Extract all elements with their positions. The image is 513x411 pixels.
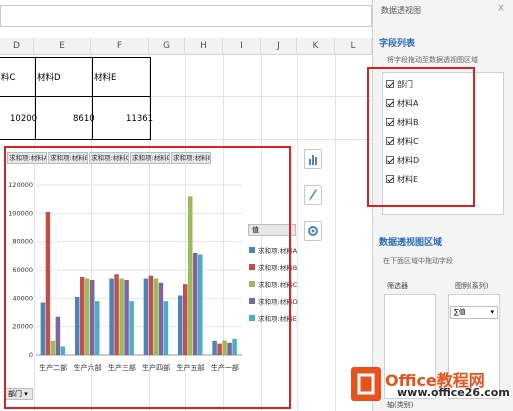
table-header-cell[interactable]: 材料D [37,71,61,83]
table-cell[interactable]: 8610 [73,114,95,124]
column-header[interactable]: I [223,38,261,55]
table-cell[interactable]: 10200 [10,114,37,124]
close-icon[interactable]: X [498,4,504,14]
column-header[interactable]: G [149,38,185,55]
filter-area-label: 筛选器 [387,282,408,290]
areas-hint: 在下面区域中拖动字段 [383,257,453,265]
chart-filter-button[interactable] [304,221,322,241]
values-field-chip[interactable]: ∑值 ▾ [450,306,498,319]
chart-elements-button[interactable] [304,149,322,169]
areas-heading[interactable]: 数据透视图区域 [379,235,442,248]
field-list-heading[interactable]: 字段列表 [379,36,415,49]
column-header[interactable]: L [335,38,372,55]
table-cell[interactable]: 11361 [126,114,153,124]
office-logo-icon [351,367,381,401]
field-list-hint: 将字段拖动至数据透视图区域 [387,56,478,64]
chart-elements-icon [309,155,317,165]
column-header[interactable]: E [34,38,91,55]
column-header[interactable]: H [185,38,223,55]
table-header-cell[interactable]: 材料E [94,71,116,83]
gear-icon [308,226,318,236]
column-header[interactable]: F [91,38,149,55]
legend-area-label: 图例(系列) [455,282,489,290]
spreadsheet-window: D E F G H I J K L 料C 材料D 材料E 10200 8610 … [0,0,513,411]
table-header-cell[interactable]: 料C [1,71,15,83]
brush-icon [309,189,317,201]
chevron-down-icon: ▾ [490,308,494,316]
chart-style-button[interactable] [304,185,322,205]
panel-title: 数据透视图 [381,6,421,15]
values-field-label: ∑值 [454,308,466,316]
column-header[interactable]: K [297,38,335,55]
formula-bar[interactable] [0,5,372,27]
highlight-chart-frame [4,146,291,409]
column-header[interactable]: J [261,38,297,55]
logo-url: www.office26.com [397,386,510,399]
column-header[interactable]: D [0,38,34,55]
highlight-field-list [367,67,475,207]
watermark-logo: Office教程网 www.office26.com [345,363,513,411]
